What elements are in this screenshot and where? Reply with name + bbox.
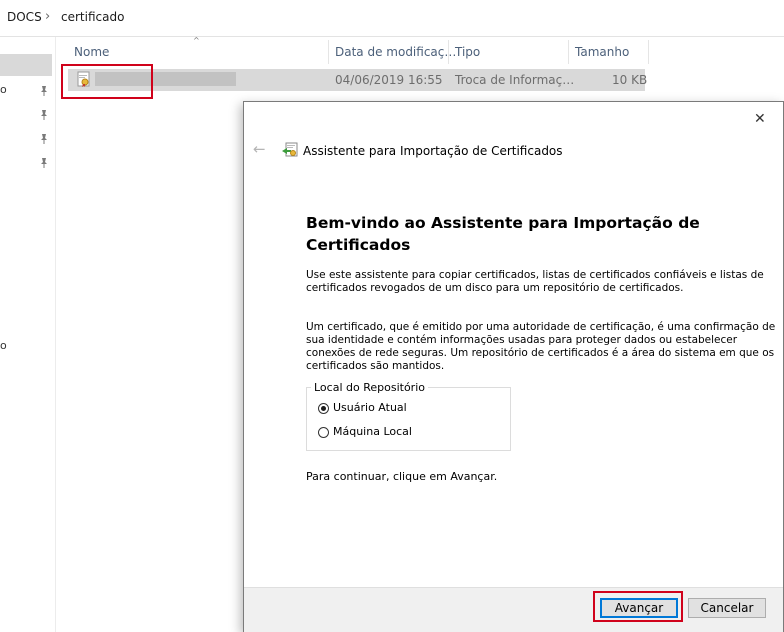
column-divider[interactable]: [568, 40, 569, 64]
radio-local-machine-label[interactable]: Máquina Local: [333, 425, 412, 438]
pin-icon[interactable]: [39, 157, 49, 169]
address-bar[interactable]: DOCS › certificado: [0, 0, 784, 37]
store-location-label: Local do Repositório: [311, 381, 428, 394]
highlight-file-box: [61, 64, 153, 99]
column-divider[interactable]: [648, 40, 649, 64]
navigation-pane: o o: [0, 37, 56, 632]
pin-icon[interactable]: [39, 109, 49, 121]
nav-selected-item[interactable]: [0, 54, 52, 76]
pin-icon[interactable]: [39, 85, 49, 97]
file-type: Troca de Informaç…: [455, 73, 575, 87]
breadcrumb-docs[interactable]: DOCS: [7, 10, 42, 24]
radio-current-user-label[interactable]: Usuário Atual: [333, 401, 407, 414]
store-location-group: [306, 387, 511, 451]
file-size: 10 KB: [612, 73, 648, 87]
radio-selected-dot: [321, 406, 326, 411]
file-modified-date: 04/06/2019 16:55: [335, 73, 443, 87]
radio-current-user[interactable]: [318, 403, 329, 414]
column-header-name[interactable]: Nome: [74, 40, 109, 64]
column-divider[interactable]: [328, 40, 329, 64]
back-arrow-icon[interactable]: ←: [253, 140, 266, 158]
continue-instruction: Para continuar, clique em Avançar.: [306, 470, 498, 483]
breadcrumb-separator-icon: ›: [45, 9, 51, 24]
intro-text: Use este assistente para copiar certific…: [306, 269, 764, 294]
wizard-footer: Avançar Cancelar: [244, 587, 783, 632]
nav-item-fragment[interactable]: o: [0, 83, 7, 96]
column-divider[interactable]: [448, 40, 449, 64]
cancel-button[interactable]: Cancelar: [688, 598, 766, 618]
welcome-heading: Bem-vindo ao Assistente para Importação …: [306, 214, 700, 254]
radio-local-machine[interactable]: [318, 427, 329, 438]
column-header-size[interactable]: Tamanho: [575, 40, 629, 64]
sort-ascending-icon: ^: [193, 36, 200, 45]
pin-icon[interactable]: [39, 133, 49, 145]
certificate-import-wizard-dialog: ✕ ← Assistente para Importação de Certif…: [243, 101, 784, 632]
wizard-title: Assistente para Importação de Certificad…: [303, 144, 563, 158]
explanation-text: Um certificado, que é emitido por uma au…: [306, 321, 776, 372]
certificate-wizard-icon: [282, 142, 298, 157]
column-header-type[interactable]: Tipo: [455, 40, 480, 64]
nav-item-fragment[interactable]: o: [0, 339, 7, 352]
column-header-modified[interactable]: Data de modificaç…: [335, 40, 456, 64]
close-icon[interactable]: ✕: [754, 111, 766, 127]
highlight-next-box: [593, 591, 683, 622]
breadcrumb-current[interactable]: certificado: [61, 10, 124, 24]
